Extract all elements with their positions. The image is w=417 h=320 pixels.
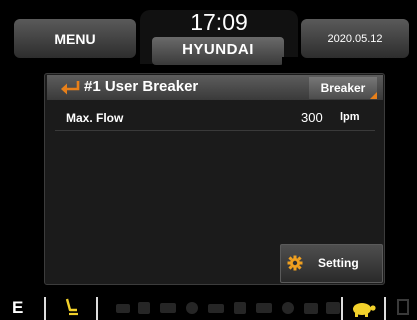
max-flow-label: Max. Flow <box>66 111 124 125</box>
mode-dropdown-value: Breaker <box>320 81 366 95</box>
status-separator <box>384 297 386 320</box>
brand-label: HYUNDAI <box>182 41 254 58</box>
status-separator <box>341 297 343 320</box>
back-arrow-icon[interactable] <box>60 80 82 96</box>
setting-button-label: Setting <box>318 256 359 270</box>
menu-label: MENU <box>54 30 96 47</box>
panel-title: #1 User Breaker <box>84 78 199 95</box>
date-label: 2020.05.12 <box>327 32 383 45</box>
dropdown-corner-icon <box>370 92 377 99</box>
seat-icon <box>65 298 78 316</box>
date-display[interactable]: 2020.05.12 <box>301 19 409 58</box>
turtle-icon <box>353 303 376 317</box>
gear-icon <box>287 255 303 271</box>
indicator-icon <box>397 299 409 315</box>
max-flow-value: 300 <box>301 110 323 125</box>
mode-indicator: E <box>12 298 24 317</box>
menu-button[interactable]: MENU <box>14 19 136 58</box>
mode-dropdown[interactable]: Breaker <box>309 77 377 99</box>
status-separator <box>96 297 98 320</box>
inactive-indicators <box>116 302 340 314</box>
row-divider <box>55 130 375 131</box>
header-gap <box>282 57 302 74</box>
clock: 17:09 <box>190 9 248 35</box>
max-flow-unit: lpm <box>340 111 360 123</box>
status-separator <box>44 297 46 320</box>
